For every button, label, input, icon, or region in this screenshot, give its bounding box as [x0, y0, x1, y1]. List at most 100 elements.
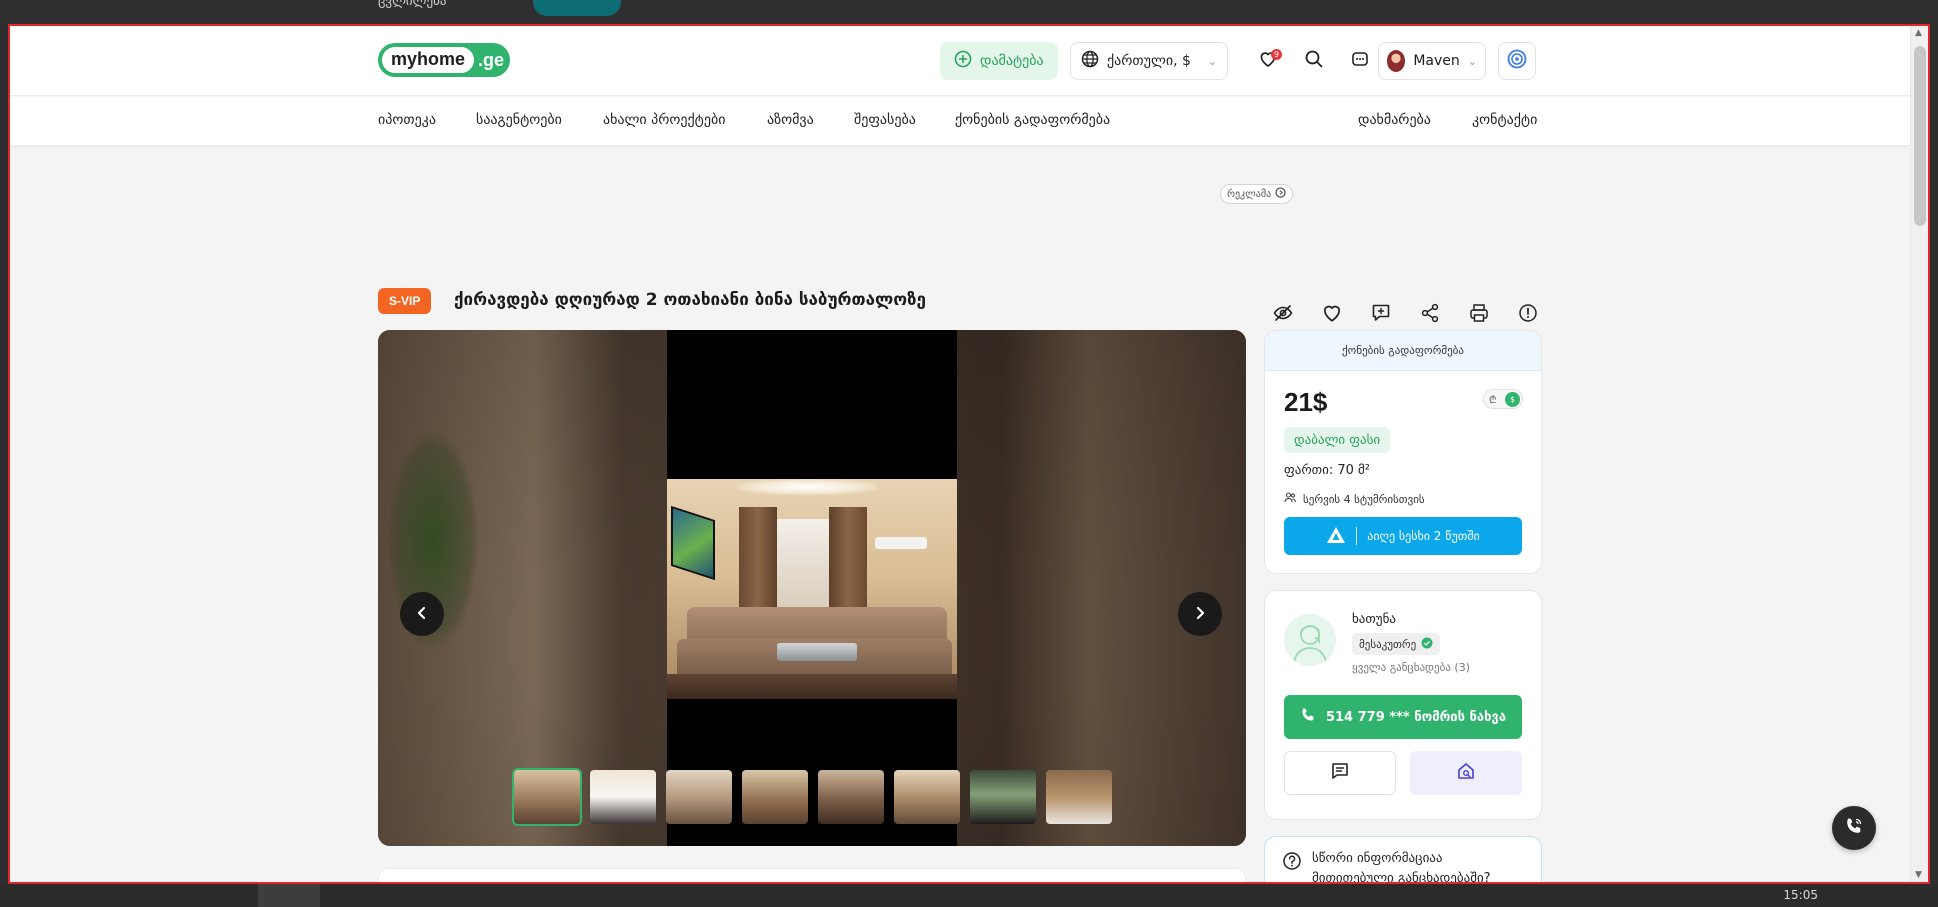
info-question-line2: მითითებული განცხადებაში? [1312, 871, 1491, 884]
triangle-logo-icon [1326, 526, 1346, 547]
owner-avatar [1284, 614, 1336, 666]
listing-details-card [378, 868, 1246, 882]
loan-app-separator [1356, 527, 1358, 545]
scroll-up-arrow-icon[interactable]: ▲ [1915, 28, 1922, 38]
owner-card: ხათუნა მესაკუთრე ყველა განცხადება (3) 51… [1264, 590, 1542, 820]
owner-listings-button[interactable] [1410, 751, 1522, 795]
site-header: myhome .ge დამატება ქართული, $ ⌄ 9 Maven… [10, 26, 1912, 96]
message-icon [1330, 761, 1350, 785]
property-transfer-link[interactable]: ქონების გადაფორმება [1265, 331, 1541, 371]
price-card: ქონების გადაფორმება 21$ ₾ $ დაბალი ფასი … [1264, 330, 1542, 574]
os-taskbar: 15:05 [0, 884, 1938, 907]
add-listing-button[interactable]: დამატება [940, 42, 1058, 80]
logo-tld-text: .ge [478, 49, 505, 70]
language-currency-select[interactable]: ქართული, $ ⌄ [1070, 42, 1228, 80]
phone-label: 514 779 *** ნომრის ნახვა [1325, 709, 1507, 725]
home-search-icon [1456, 761, 1476, 785]
currency-toggle[interactable]: ₾ $ [1483, 389, 1523, 409]
photo-air-conditioner [875, 537, 927, 549]
photo-ceiling-light [737, 479, 877, 495]
listing-price: 21$ [1284, 387, 1328, 417]
info-question-line1: სწორი ინფორმაციაა [1312, 851, 1443, 866]
message-owner-button[interactable] [1284, 751, 1396, 795]
all-listings-link[interactable]: ყველა განცხადება (3) [1352, 661, 1470, 674]
language-label: ქართული, $ [1107, 53, 1191, 69]
chevron-down-icon: ⌄ [1467, 54, 1477, 68]
gallery-thumbnail[interactable] [816, 768, 886, 826]
loan-app-label: აიღე სესხი 2 წუთში [1367, 529, 1480, 543]
currency-gel: ₾ [1489, 395, 1497, 406]
messages-button[interactable] [1342, 43, 1378, 79]
low-price-badge: დაბალი ფასი [1284, 427, 1391, 453]
gallery-thumbnail[interactable] [892, 768, 962, 826]
page: myhome .ge დამატება ქართული, $ ⌄ 9 Maven… [10, 26, 1912, 882]
add-circle-icon [954, 50, 972, 72]
os-top-pill [533, 0, 621, 16]
os-top-bar: ცვლილება [0, 0, 1938, 24]
nav-item-contact[interactable]: კონტაქტი [1472, 112, 1537, 128]
photo-gallery[interactable] [378, 330, 1246, 846]
taskbar-item[interactable] [258, 884, 320, 907]
page-scrollbar[interactable]: ▲ ▼ [1910, 26, 1928, 882]
ad-label-text: რეკლამა [1227, 188, 1272, 200]
phone-icon [1844, 816, 1864, 840]
nav-item-new-projects[interactable]: ახალი პროექტები [603, 112, 725, 128]
scroll-down-arrow-icon[interactable]: ▼ [1915, 870, 1922, 880]
nav-item-mortgage[interactable]: იპოთეკა [378, 112, 436, 128]
gallery-main-photo[interactable] [667, 479, 957, 699]
owner-role-badge: მესაკუთრე [1352, 633, 1441, 655]
user-menu-button[interactable]: Maven ⌄ [1378, 42, 1486, 80]
add-listing-label: დამატება [980, 53, 1044, 69]
nav-item-help[interactable]: დახმარება [1358, 112, 1431, 128]
gallery-next-button[interactable] [1178, 592, 1222, 636]
info-accuracy-card[interactable]: სწორი ინფორმაციაა მითითებული განცხადებაშ… [1264, 836, 1542, 884]
chevron-right-icon [1193, 605, 1207, 624]
os-top-ghost-text: ცვლილება [378, 0, 447, 9]
heart-icon[interactable] [1315, 296, 1348, 329]
call-fab-button[interactable] [1832, 806, 1876, 850]
swirl-icon [1506, 48, 1528, 74]
search-icon [1304, 49, 1324, 73]
nav-item-property-transfer[interactable]: ქონების გადაფორმება [955, 112, 1110, 128]
owner-role-label: მესაკუთრე [1359, 637, 1417, 651]
hide-icon[interactable] [1266, 296, 1299, 329]
share-icon[interactable] [1413, 296, 1446, 329]
info-icon[interactable] [1511, 296, 1544, 329]
globe-icon [1081, 50, 1099, 72]
assistant-button[interactable] [1498, 42, 1536, 80]
gallery-thumbnail[interactable] [740, 768, 810, 826]
svip-badge: S-VIP [378, 288, 432, 314]
currency-usd: $ [1505, 392, 1520, 407]
phone-icon [1300, 707, 1316, 727]
guest-icon [1284, 491, 1297, 507]
gallery-thumbnails [512, 768, 1114, 826]
gallery-thumbnail[interactable] [588, 768, 658, 826]
avatar [1387, 50, 1406, 72]
gallery-thumbnail[interactable] [664, 768, 734, 826]
nav-item-agencies[interactable]: სააგენტოები [476, 112, 562, 128]
print-icon[interactable] [1462, 296, 1495, 329]
gallery-prev-button[interactable] [400, 592, 444, 636]
loan-app-button[interactable]: აიღე სესხი 2 წუთში [1284, 517, 1522, 555]
gallery-thumbnail[interactable] [968, 768, 1038, 826]
owner-name: ხათუნა [1352, 612, 1396, 627]
site-logo[interactable]: myhome .ge [378, 43, 511, 77]
nav-item-measurement[interactable]: აზომვა [767, 112, 814, 128]
ad-label[interactable]: რეკლამა [1220, 184, 1294, 204]
favorites-button[interactable]: 9 [1250, 43, 1286, 79]
photo-window [767, 519, 837, 619]
search-button[interactable] [1296, 43, 1332, 79]
gallery-thumbnail[interactable] [1044, 768, 1114, 826]
area-text: ფართი: 70 მ² [1284, 463, 1371, 478]
service-info: სერვის 4 სტუმრისთვის [1284, 491, 1425, 507]
main-nav: იპოთეკა სააგენტოები ახალი პროექტები აზომ… [10, 97, 1912, 145]
favorites-count-badge: 9 [1271, 49, 1282, 60]
scrollbar-thumb[interactable] [1914, 46, 1926, 226]
taskbar-clock: 15:05 [1783, 888, 1818, 902]
gallery-thumbnail[interactable] [512, 768, 582, 826]
comment-icon[interactable] [1364, 296, 1397, 329]
show-phone-button[interactable]: 514 779 *** ნომრის ნახვა [1284, 695, 1522, 739]
listing-actions [1266, 296, 1544, 329]
nav-item-valuation[interactable]: შეფასება [854, 112, 916, 128]
logo-main-text: myhome [382, 47, 475, 73]
